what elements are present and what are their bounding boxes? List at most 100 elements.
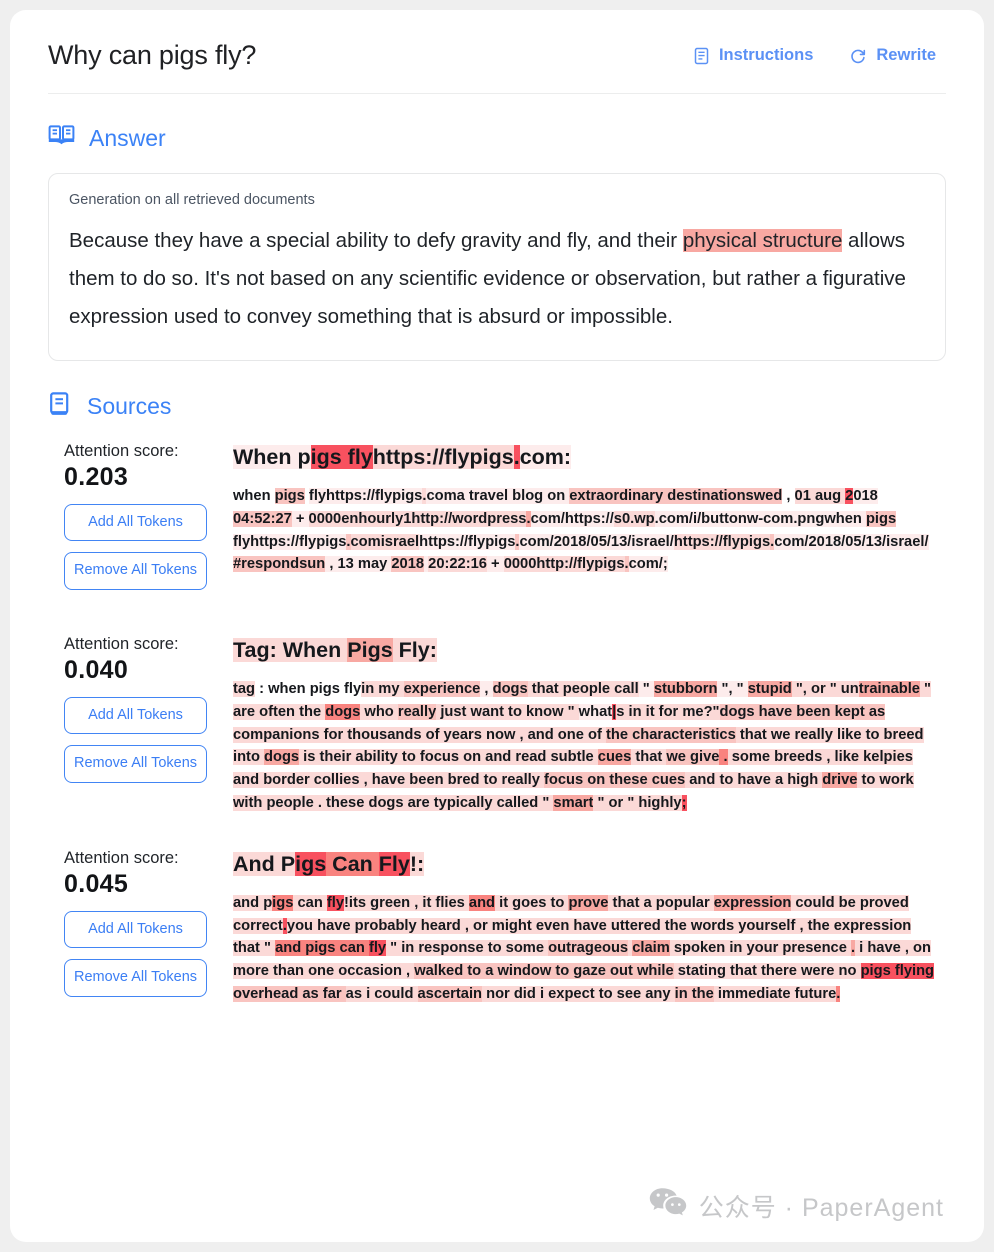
highlighted-token[interactable]: comisrael <box>350 533 420 550</box>
add-all-tokens-button[interactable]: Add All Tokens <box>64 910 207 949</box>
highlighted-token[interactable]: Pigs <box>347 637 393 662</box>
highlighted-token[interactable]: spoken in your presence <box>669 940 851 957</box>
highlighted-token[interactable]: 04:52:27 <box>233 510 292 527</box>
highlighted-token[interactable]: nor did i expect to see any <box>482 986 675 1003</box>
highlighted-token[interactable]: flyhttps://flypigs <box>233 533 347 550</box>
rewrite-button[interactable]: Rewrite <box>849 46 936 65</box>
add-all-tokens-button[interactable]: Add All Tokens <box>64 503 207 542</box>
highlighted-token[interactable]: . <box>513 444 520 469</box>
highlighted-token[interactable]: Fly: <box>392 637 437 662</box>
highlighted-token[interactable]: flyhttps://flypigs <box>308 487 423 504</box>
highlighted-token[interactable]: . <box>719 749 728 766</box>
source-body[interactable]: tag : when pigs flyin my experience , do… <box>233 678 934 815</box>
highlighted-token[interactable]: !its green , it flies <box>344 894 469 911</box>
remove-all-tokens-button[interactable]: Remove All Tokens <box>64 745 207 784</box>
highlighted-token[interactable]: cues <box>597 749 632 766</box>
highlighted-token[interactable]: can <box>335 940 369 957</box>
highlighted-token[interactable]: overhead as far <box>233 986 346 1003</box>
highlighted-token[interactable]: fly <box>368 940 387 957</box>
highlighted-token[interactable]: s0.wp <box>613 510 655 527</box>
highlighted-token[interactable]: com/2018/05/13/israel/ <box>774 533 929 550</box>
highlighted-token[interactable]: dogs <box>492 681 528 698</box>
highlighted-token[interactable]: and pigs <box>275 940 336 957</box>
highlighted-token[interactable]: ", " <box>717 681 748 698</box>
highlighted-token[interactable]: that a popular <box>608 894 714 911</box>
source-body[interactable]: when pigs flyhttps://flypigs. coma travel… <box>233 485 934 576</box>
highlighted-token[interactable]: in my <box>361 681 404 698</box>
highlighted-token[interactable]: . <box>624 556 629 573</box>
highlighted-token[interactable]: can <box>293 894 327 911</box>
highlighted-token[interactable]: extraordinary destinationswed <box>569 487 783 504</box>
highlighted-token[interactable]: " <box>638 681 654 698</box>
highlighted-token[interactable]: stupid <box>747 681 792 698</box>
highlighted-token[interactable]: com/; <box>628 556 668 573</box>
highlighted-token[interactable]: 018 <box>853 487 878 504</box>
highlighted-token[interactable]: com/2018/05/13/israel/ <box>519 533 674 550</box>
highlighted-token[interactable]: un <box>840 681 859 698</box>
highlighted-token[interactable]: Can <box>326 851 379 876</box>
highlighted-token[interactable]: just want to know " <box>436 703 579 720</box>
highlighted-token[interactable]: stating that there were no <box>673 963 861 980</box>
highlighted-token[interactable]: com/https:// <box>530 510 614 527</box>
highlighted-token[interactable]: igs <box>295 851 327 876</box>
highlighted-token[interactable]: Tag: When <box>233 637 348 662</box>
highlighted-token[interactable]: , <box>480 681 493 698</box>
highlighted-token[interactable]: really <box>397 703 437 720</box>
highlighted-token[interactable]: https://flypigs <box>419 533 516 550</box>
highlighted-token[interactable]: + <box>486 556 504 573</box>
highlighted-token[interactable]: is their ability to focus on and read su… <box>299 749 598 766</box>
highlighted-token[interactable]: expression <box>713 894 792 911</box>
highlighted-token[interactable]: , 13 may <box>325 556 392 573</box>
highlighted-token[interactable]: physical structure <box>682 229 843 252</box>
highlighted-token[interactable]: as i could <box>345 986 418 1003</box>
highlighted-token[interactable]: ascertain <box>417 986 483 1003</box>
highlighted-token[interactable]: com: <box>519 444 572 469</box>
plain-token[interactable]: when <box>233 488 275 504</box>
highlighted-token[interactable]: ", or " <box>791 681 841 698</box>
plain-token[interactable]: : when pigs fly <box>255 681 361 697</box>
highlighted-token[interactable]: igs <box>272 894 294 911</box>
highlighted-token[interactable]: And P <box>233 851 296 876</box>
highlighted-token[interactable]: pigs <box>274 487 305 504</box>
highlighted-token[interactable]: When p <box>233 444 311 469</box>
highlighted-token[interactable]: outrageous <box>548 940 629 957</box>
highlighted-token[interactable]: dogs <box>325 703 361 720</box>
highlighted-token[interactable]: 20:22:16 <box>428 556 487 573</box>
highlighted-token[interactable]: pigs <box>865 510 897 527</box>
remove-all-tokens-button[interactable]: Remove All Tokens <box>64 552 207 590</box>
highlighted-token[interactable]: ; <box>681 794 687 811</box>
highlighted-token[interactable]: 0000enhourly1http://wordpress <box>308 510 527 527</box>
highlighted-token[interactable]: . <box>526 510 531 527</box>
highlighted-token[interactable]: 01 aug <box>794 487 846 504</box>
highlighted-token[interactable]: and p <box>233 894 273 911</box>
highlighted-token[interactable]: 2018 <box>391 556 425 573</box>
highlighted-token[interactable]: igs fly <box>310 444 373 469</box>
highlighted-token[interactable]: that <box>631 749 667 766</box>
highlighted-token[interactable]: companions <box>233 726 320 743</box>
highlighted-token[interactable]: . <box>346 533 351 550</box>
highlighted-token[interactable]: .com/i/buttonw-com.pngwhen <box>654 510 866 527</box>
highlighted-token[interactable]: smart <box>553 794 594 811</box>
highlighted-token[interactable]: coma travel blog on <box>426 487 570 504</box>
highlighted-token[interactable]: fly <box>326 894 345 911</box>
highlighted-token[interactable]: what <box>578 703 613 720</box>
highlighted-token[interactable]: dogs <box>264 749 300 766</box>
plain-token[interactable]: Because they have a special ability to d… <box>69 229 683 252</box>
highlighted-token[interactable]: Fly <box>378 851 410 876</box>
add-all-tokens-button[interactable]: Add All Tokens <box>64 696 207 735</box>
highlighted-token[interactable]: experience <box>403 681 481 698</box>
highlighted-token[interactable]: we give <box>666 749 720 766</box>
source-title[interactable]: When pigs flyhttps://flypigs.com: <box>233 442 572 473</box>
highlighted-token[interactable]: s in it for me?" <box>616 703 720 720</box>
instructions-button[interactable]: Instructions <box>693 46 813 65</box>
source-title[interactable]: And Pigs Can Fly!: <box>233 849 425 880</box>
highlighted-token[interactable]: !: <box>409 851 425 876</box>
highlighted-token[interactable]: claim <box>632 940 670 957</box>
highlighted-token[interactable]: + <box>291 510 309 527</box>
highlighted-token[interactable]: for thousands of years now , and one of <box>319 726 606 743</box>
highlighted-token[interactable]: " in response to some <box>386 940 549 957</box>
highlighted-token[interactable]: walked to a window to gaze out while <box>414 963 674 980</box>
highlighted-token[interactable]: drive <box>822 772 858 789</box>
highlighted-token[interactable]: focus on these cues <box>543 772 686 789</box>
highlighted-token[interactable]: immediate future <box>713 986 837 1003</box>
